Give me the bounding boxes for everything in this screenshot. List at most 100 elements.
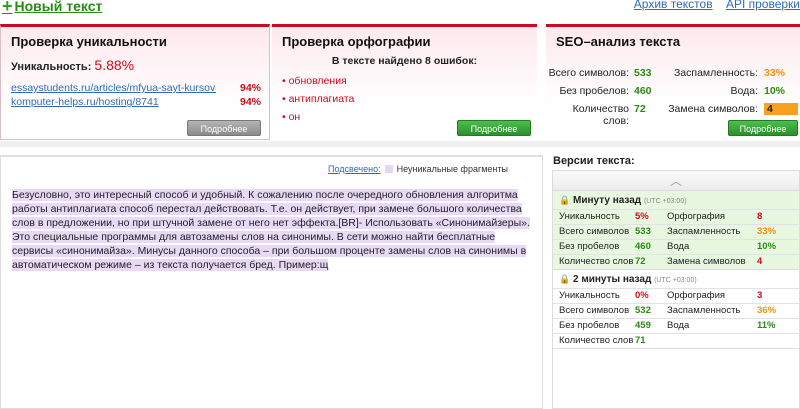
version-value: 0% bbox=[635, 290, 649, 301]
version-row: Уникальность 5% Орфография 8 bbox=[553, 209, 799, 224]
new-text-link[interactable]: + Новый текст bbox=[2, 0, 103, 16]
seo-value: 460 bbox=[634, 85, 652, 97]
highlight-legend: Подсвечено: Неуникальные фрагменты bbox=[328, 164, 508, 174]
version-label: Уникальность bbox=[559, 290, 620, 301]
version-value: 460 bbox=[635, 241, 651, 252]
version-value: 533 bbox=[635, 226, 651, 237]
seo-label: Замена символов: bbox=[668, 103, 758, 115]
top-links: Архив текстов API проверки bbox=[624, 0, 800, 11]
version-label: Вода bbox=[667, 320, 690, 331]
version-label: Без пробелов bbox=[559, 320, 620, 331]
version-label: Количество слов bbox=[559, 335, 634, 346]
seo-label: Вода: bbox=[730, 85, 759, 97]
uniqueness-summary: Уникальность: 5.88% bbox=[1, 49, 269, 73]
editor-text[interactable]: Безусловно, это интересный способ и удоб… bbox=[12, 188, 536, 272]
version-row: Уникальность 0% Орфография 3 bbox=[553, 288, 799, 303]
version-time: Минуту назад bbox=[573, 195, 642, 206]
seo-title: SEO–анализ текста bbox=[556, 34, 681, 49]
version-tz: (UTC +03:00) bbox=[654, 277, 697, 284]
version-value: 3 bbox=[757, 290, 763, 301]
version-value: 10% bbox=[757, 241, 777, 252]
lock-icon: 🔒 bbox=[559, 274, 571, 284]
version-row: Всего символов 533 Заспамленность 33% bbox=[553, 224, 799, 239]
chevron-up-icon: ︿ bbox=[669, 174, 682, 188]
version-label: Всего символов bbox=[559, 305, 630, 316]
version-value: 8 bbox=[757, 211, 763, 222]
version-item[interactable]: 🔒 Минуту назад (UTC +03:00) Уникальность… bbox=[553, 191, 799, 270]
uniqueness-panel: Проверка уникальности Уникальность: 5.88… bbox=[0, 24, 270, 140]
version-label: Замена символов bbox=[667, 256, 746, 267]
top-bar: + Новый текст Архив текстов API проверки bbox=[0, 0, 800, 18]
seo-row: Всего символов: 533 Заспамленность: 33% bbox=[546, 67, 800, 85]
text-editor[interactable]: Подсвечено: Неуникальные фрагменты Безус… bbox=[0, 155, 543, 409]
scroll-up-button[interactable]: ︿ bbox=[553, 171, 799, 191]
version-item[interactable]: 🔒 2 минуты назад (UTC +03:00) Уникальнос… bbox=[553, 270, 799, 349]
version-row: Без пробелов 460 Вода 10% bbox=[553, 239, 799, 254]
uniqueness-label: Уникальность: bbox=[11, 61, 92, 73]
seo-panel: SEO–анализ текста Всего символов: 533 За… bbox=[546, 24, 800, 140]
seo-label: Количество слов: bbox=[572, 103, 629, 127]
version-time: 2 минуты назад bbox=[573, 274, 652, 285]
seo-value: 72 bbox=[634, 103, 646, 115]
version-row: Количество слов 72 Замена символов 4 bbox=[553, 254, 799, 269]
version-label: Всего символов bbox=[559, 226, 630, 237]
seo-row: Без пробелов: 460 Вода: 10% bbox=[546, 85, 800, 103]
version-value: 33% bbox=[757, 226, 777, 237]
version-value: 71 bbox=[635, 335, 646, 346]
version-value: 72 bbox=[635, 256, 646, 267]
version-label: Орфография bbox=[667, 290, 726, 301]
source-row: komputer-helps.ru/hosting/8741 94% bbox=[11, 96, 261, 111]
new-text-label: Новый текст bbox=[14, 0, 103, 14]
seo-value: 33% bbox=[764, 67, 786, 79]
version-label: Уникальность bbox=[559, 211, 620, 222]
plus-icon: + bbox=[2, 0, 13, 16]
version-label: Заспамленность bbox=[667, 305, 741, 316]
version-header: 🔒 2 минуты назад (UTC +03:00) bbox=[553, 272, 799, 288]
version-label: Заспамленность bbox=[667, 226, 741, 237]
version-value: 5% bbox=[635, 211, 649, 222]
spelling-details-button[interactable]: Подробнее bbox=[457, 120, 531, 136]
source-pct: 94% bbox=[239, 82, 261, 94]
lock-icon: 🔒 bbox=[559, 195, 571, 205]
seo-stats: Всего символов: 533 Заспамленность: 33% … bbox=[546, 67, 800, 127]
version-label: Количество слов bbox=[559, 256, 634, 267]
seo-value: 4 bbox=[764, 103, 798, 115]
legend-text: Неуникальные фрагменты bbox=[396, 164, 508, 174]
version-label: Вода bbox=[667, 241, 690, 252]
version-value: 36% bbox=[757, 305, 777, 316]
version-label: Без пробелов bbox=[559, 241, 620, 252]
highlight-swatch bbox=[384, 165, 393, 173]
source-pct: 94% bbox=[239, 96, 261, 108]
source-link[interactable]: essaystudents.ru/articles/mfyua-sayt-kur… bbox=[11, 82, 216, 94]
error-list: обновления антиплагиата он bbox=[272, 67, 537, 123]
version-header: 🔒 Минуту назад (UTC +03:00) bbox=[553, 193, 799, 209]
spelling-summary: В тексте найдено 8 ошибок: bbox=[331, 55, 478, 67]
uniqueness-details-button[interactable]: Подробнее bbox=[187, 120, 261, 136]
version-tz: (UTC +03:00) bbox=[643, 198, 687, 205]
version-value: 459 bbox=[635, 320, 651, 331]
version-row: Без пробелов 459 Вода 11% bbox=[553, 318, 799, 333]
version-value: 4 bbox=[757, 256, 763, 267]
seo-label: Всего символов: bbox=[548, 67, 629, 79]
error-item[interactable]: антиплагиата bbox=[282, 93, 537, 105]
spelling-panel: Проверка орфографии В тексте найдено 8 о… bbox=[272, 24, 537, 140]
editor-text-content: Безусловно, это интересный способ и удоб… bbox=[12, 189, 530, 271]
seo-value: 10% bbox=[764, 85, 786, 97]
section-divider bbox=[0, 141, 800, 147]
archive-link[interactable]: Архив текстов bbox=[634, 0, 713, 11]
spelling-title: Проверка орфографии bbox=[282, 34, 431, 49]
version-label: Орфография bbox=[667, 211, 726, 222]
version-row: Всего символов 532 Заспамленность 36% bbox=[553, 303, 799, 318]
version-row: Количество слов 71 bbox=[553, 333, 799, 348]
version-value: 532 bbox=[635, 305, 651, 316]
uniqueness-title: Проверка уникальности bbox=[11, 34, 167, 49]
version-value: 11% bbox=[757, 320, 776, 331]
seo-label: Заспамленность: bbox=[673, 67, 758, 79]
legend-label[interactable]: Подсвечено: bbox=[328, 164, 381, 174]
error-item[interactable]: обновления bbox=[282, 75, 537, 87]
source-link[interactable]: komputer-helps.ru/hosting/8741 bbox=[11, 96, 216, 108]
versions-panel: ︿ 🔒 Минуту назад (UTC +03:00) Уникальнос… bbox=[552, 170, 800, 409]
seo-row: Количество слов: 72 Замена символов: 4 bbox=[546, 103, 800, 127]
api-link[interactable]: API проверки bbox=[726, 0, 800, 11]
seo-details-button[interactable]: Подробнее bbox=[728, 120, 798, 136]
